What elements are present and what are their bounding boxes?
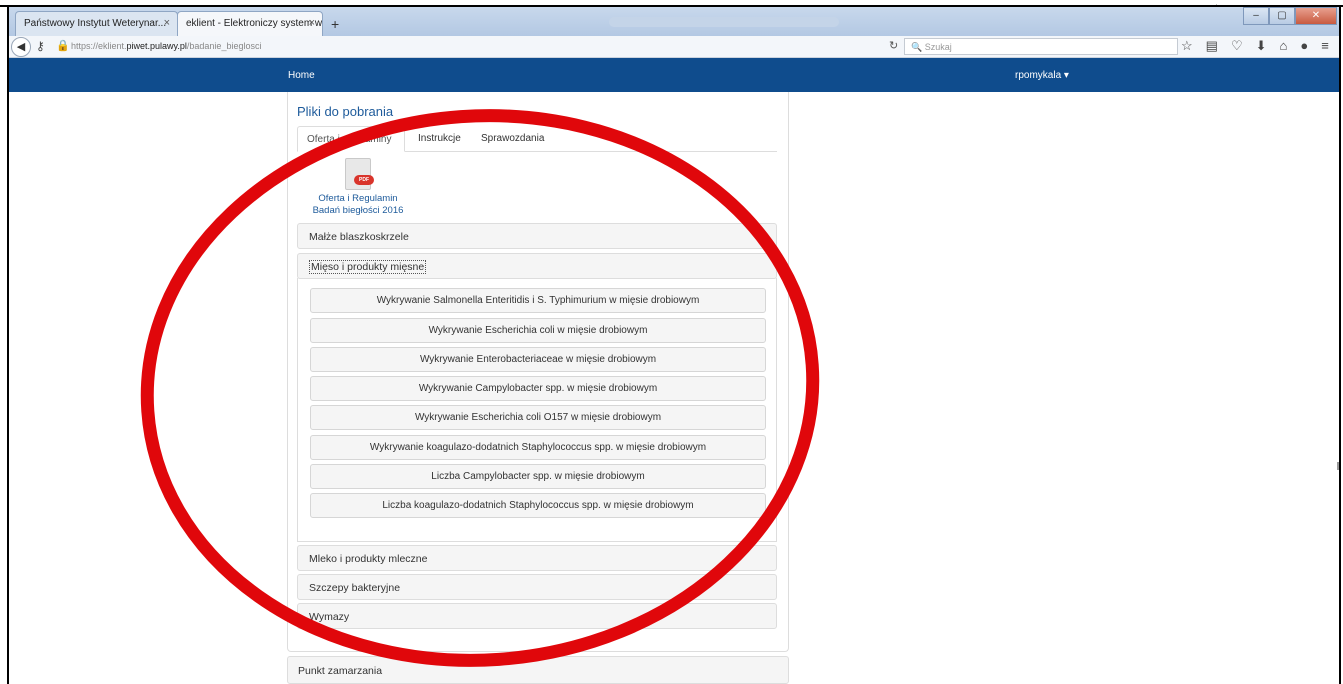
home-icon[interactable]: ⌂ <box>1280 38 1288 54</box>
test-button[interactable]: Wykrywanie Escherichia coli O157 w mięsi… <box>310 405 766 430</box>
search-input[interactable]: 🔍 Szukaj <box>904 38 1178 55</box>
test-button[interactable]: Wykrywanie Escherichia coli w mięsie dro… <box>310 318 766 343</box>
frame-right-line <box>1339 5 1341 684</box>
test-button[interactable]: Liczba Campylobacter spp. w mięsie drobi… <box>310 464 766 489</box>
key-icon[interactable]: ⚷ <box>36 39 45 53</box>
lock-icon[interactable]: 🔒 <box>56 39 70 52</box>
maximize-button[interactable]: ▢ <box>1269 7 1295 25</box>
minimize-button[interactable]: – <box>1243 7 1269 25</box>
pdf-badge: PDF <box>354 175 374 185</box>
close-icon[interactable]: × <box>164 17 170 29</box>
downloads-tabs: Oferta i regulaminy Instrukcje Sprawozda… <box>297 126 777 152</box>
bookmark-star-icon[interactable]: ☆ <box>1181 38 1193 54</box>
tab-oferta[interactable]: Oferta i regulaminy <box>297 126 405 152</box>
file-caption-line-2: Badań biegłości 2016 <box>312 205 404 216</box>
tab-label: Państwowy Instytut Weterynar... <box>24 18 167 29</box>
test-button[interactable]: Wykrywanie koagulazo-dodatnich Staphyloc… <box>310 435 766 460</box>
accordion-punkt-zamarzania[interactable]: Punkt zamarzania <box>287 656 789 684</box>
window-controls: – ▢ ✕ <box>1243 7 1337 27</box>
tab-instrukcje[interactable]: Instrukcje <box>409 126 470 152</box>
reading-list-icon[interactable]: ▤ <box>1206 38 1218 54</box>
user-menu[interactable]: rpomykala ▾ <box>1015 70 1069 81</box>
test-button[interactable]: Wykrywanie Enterobacteriaceae w mięsie d… <box>310 347 766 372</box>
url-field[interactable]: https://eklient.piwet.pulawy.pl/badanie_… <box>71 41 261 51</box>
pdf-file-link[interactable]: Oferta i Regulamin Badań biegłości 2016 <box>300 193 416 217</box>
test-button[interactable]: Liczba koagulazo-dodatnich Staphylococcu… <box>310 493 766 518</box>
accordion-malze[interactable]: Małże blaszkoskrzele <box>297 223 777 249</box>
accordion-mieso[interactable]: Mięso i produkty mięsne <box>297 253 777 279</box>
chat-icon[interactable]: ● <box>1300 38 1308 54</box>
accordion-mieso-label: Mięso i produkty mięsne <box>309 260 427 274</box>
menu-icon[interactable]: ≡ <box>1321 38 1329 54</box>
window-title <box>609 17 839 27</box>
home-link[interactable]: Home <box>288 70 315 81</box>
back-button[interactable]: ◀ <box>11 37 31 57</box>
pdf-file-icon[interactable]: PDF <box>345 158 374 190</box>
browser-tab-eklient[interactable]: eklient - Elektroniczy system w... × <box>177 11 323 36</box>
tab-sprawozdania[interactable]: Sprawozdania <box>472 126 553 152</box>
test-button[interactable]: Wykrywanie Campylobacter spp. w mięsie d… <box>310 376 766 401</box>
scrollbar-mark[interactable] <box>1337 462 1339 470</box>
frame-left-line <box>7 5 9 684</box>
pocket-icon[interactable]: ♡ <box>1231 38 1243 54</box>
test-button[interactable]: Wykrywanie Salmonella Enteritidis i S. T… <box>310 288 766 313</box>
browser-tab-strip: Państwowy Instytut Weterynar... × eklien… <box>9 7 1339 36</box>
site-navbar: Home rpomykala ▾ <box>9 58 1339 92</box>
close-icon[interactable]: × <box>309 17 315 29</box>
reload-icon[interactable]: ↻ <box>889 39 898 52</box>
browser-navbar: ◀ ⚷ 🔒 https://eklient.piwet.pulawy.pl/ba… <box>9 36 1339 58</box>
new-tab-button[interactable]: + <box>331 16 339 32</box>
accordion-wymazy[interactable]: Wymazy <box>297 603 777 629</box>
download-icon[interactable]: ⬇ <box>1256 38 1267 54</box>
accordion-szczepy[interactable]: Szczepy bakteryjne <box>297 574 777 600</box>
file-caption-line-1: Oferta i Regulamin <box>318 193 398 204</box>
browser-tab-piwet[interactable]: Państwowy Instytut Weterynar... × <box>15 11 178 36</box>
tab-label: eklient - Elektroniczy system w... <box>186 18 323 29</box>
accordion-mleko[interactable]: Mleko i produkty mleczne <box>297 545 777 571</box>
browser-toolbar: ☆ ▤ ♡ ⬇ ⌂ ● ≡ <box>1181 38 1329 54</box>
page-title: Pliki do pobrania <box>297 104 394 119</box>
window-close-button[interactable]: ✕ <box>1295 7 1337 25</box>
